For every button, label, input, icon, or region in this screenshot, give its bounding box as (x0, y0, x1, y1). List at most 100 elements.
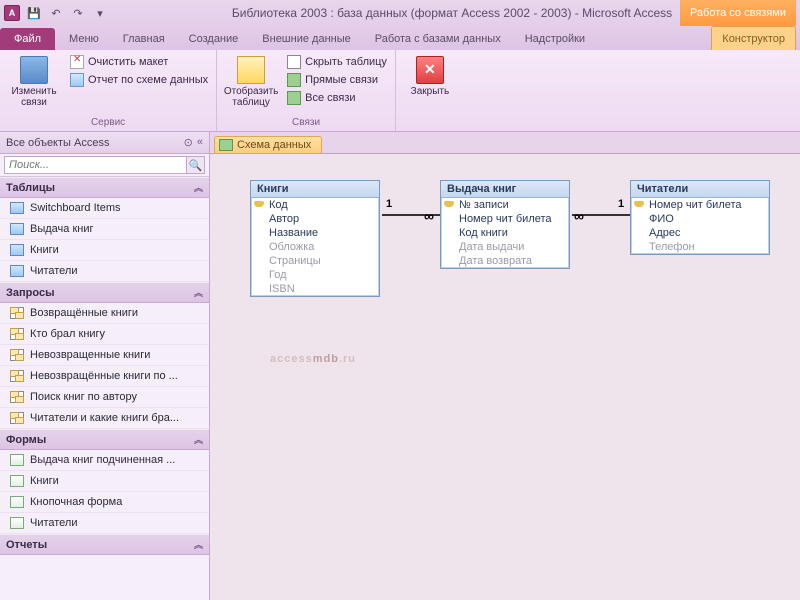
redo-icon[interactable]: ↷ (70, 5, 86, 21)
nav-query-item[interactable]: Читатели и какие книги бра... (0, 408, 209, 429)
rel-field[interactable]: ISBN (251, 282, 379, 296)
search-icon[interactable]: 🔍 (187, 156, 205, 174)
tab-database-tools[interactable]: Работа с базами данных (363, 28, 513, 50)
document-tab-label: Схема данных (237, 139, 311, 151)
nav-table-item[interactable]: Книги (0, 240, 209, 261)
nav-table-item[interactable]: Читатели (0, 261, 209, 282)
tab-design[interactable]: Конструктор (711, 26, 796, 50)
nav-dropdown-icon[interactable]: ⊙ (184, 136, 193, 149)
rel-table-readers[interactable]: Читатели Номер чит билета ФИО Адрес Теле… (630, 180, 770, 255)
nav-section-tables[interactable]: Таблицы︽ (0, 177, 209, 198)
nav-form-item[interactable]: Кнопочная форма (0, 492, 209, 513)
nav-collapse-icon[interactable]: « (197, 136, 203, 149)
show-table-label: Отобразить таблицу (223, 86, 279, 108)
rel-table-issues[interactable]: Выдача книг № записи Номер чит билета Ко… (440, 180, 570, 269)
nav-table-item[interactable]: Switchboard Items (0, 198, 209, 219)
close-icon (416, 56, 444, 84)
rel-field[interactable]: Код книги (441, 226, 569, 240)
relationships-canvas[interactable]: Книги Код Автор Название Обложка Страниц… (210, 154, 800, 600)
edit-relationships-button[interactable]: Изменить связи (6, 52, 62, 108)
ribbon-tabs: Файл Меню Главная Создание Внешние данны… (0, 26, 800, 50)
close-button[interactable]: Закрыть (402, 52, 458, 97)
nav-query-item[interactable]: Возвращённые книги (0, 303, 209, 324)
contextual-tab-group: Работа со связями (680, 0, 796, 26)
nav-item-label: Поиск книг по автору (30, 391, 137, 403)
nav-query-item[interactable]: Невозвращённые книги по ... (0, 366, 209, 387)
rel-field[interactable]: ФИО (631, 212, 769, 226)
nav-form-item[interactable]: Книги (0, 471, 209, 492)
all-relationships-button[interactable]: Все связи (285, 90, 389, 106)
table-icon (10, 244, 24, 256)
nav-form-item[interactable]: Читатели (0, 513, 209, 534)
nav-query-item[interactable]: Кто брал книгу (0, 324, 209, 345)
nav-item-label: Читатели (30, 517, 78, 529)
nav-section-reports[interactable]: Отчеты︽ (0, 534, 209, 555)
nav-section-queries-label: Запросы (6, 287, 54, 299)
nav-query-item[interactable]: Поиск книг по автору (0, 387, 209, 408)
nav-item-label: Switchboard Items (30, 202, 120, 214)
search-input[interactable] (4, 156, 187, 174)
tab-external-data[interactable]: Внешние данные (250, 28, 362, 50)
cardinality-one: 1 (386, 198, 392, 210)
edit-relationships-icon (20, 56, 48, 84)
nav-item-label: Читатели (30, 265, 78, 277)
nav-section-forms[interactable]: Формы︽ (0, 429, 209, 450)
rel-table-header: Выдача книг (441, 181, 569, 198)
ribbon-group-relationships-title: Связи (223, 115, 389, 131)
rel-table-header: Читатели (631, 181, 769, 198)
rel-field[interactable]: Автор (251, 212, 379, 226)
nav-table-item[interactable]: Выдача книг (0, 219, 209, 240)
rel-field[interactable]: Код (251, 198, 379, 212)
relationships-icon (219, 139, 233, 151)
query-icon (10, 328, 24, 340)
tab-addins[interactable]: Надстройки (513, 28, 597, 50)
rel-field[interactable]: Номер чит билета (441, 212, 569, 226)
document-area: Схема данных Книги Код Автор Название Об… (210, 132, 800, 600)
tab-home[interactable]: Главная (111, 28, 177, 50)
query-icon (10, 307, 24, 319)
file-tab[interactable]: Файл (0, 28, 55, 50)
nav-form-item[interactable]: Выдача книг подчиненная ... (0, 450, 209, 471)
chevron-up-icon: ︽ (194, 433, 203, 446)
rel-field[interactable]: Страницы (251, 254, 379, 268)
save-icon[interactable]: 💾 (26, 5, 42, 21)
rel-field[interactable]: Обложка (251, 240, 379, 254)
all-relationships-label: Все связи (305, 92, 355, 104)
document-tab[interactable]: Схема данных (214, 136, 322, 153)
close-label: Закрыть (411, 86, 450, 97)
rel-field[interactable]: Номер чит билета (631, 198, 769, 212)
rel-field[interactable]: Телефон (631, 240, 769, 254)
nav-item-label: Кто брал книгу (30, 328, 105, 340)
ribbon-group-tools: Изменить связи Очистить макет Отчет по с… (0, 50, 217, 131)
rel-field[interactable]: № записи (441, 198, 569, 212)
rel-table-books[interactable]: Книги Код Автор Название Обложка Страниц… (250, 180, 380, 297)
nav-header[interactable]: Все объекты Access ⊙ « (0, 132, 209, 154)
rel-field[interactable]: Название (251, 226, 379, 240)
hide-table-button[interactable]: Скрыть таблицу (285, 54, 389, 70)
table-icon (10, 265, 24, 277)
qat-customize-icon[interactable]: ▾ (92, 5, 108, 21)
navigation-pane: Все объекты Access ⊙ « 🔍 Таблицы︽ Switch… (0, 132, 210, 600)
undo-icon[interactable]: ↶ (48, 5, 64, 21)
nav-section-queries[interactable]: Запросы︽ (0, 282, 209, 303)
ribbon-group-close: Закрыть (396, 50, 464, 131)
rel-field[interactable]: Адрес (631, 226, 769, 240)
cardinality-one: 1 (618, 198, 624, 210)
clear-layout-button[interactable]: Очистить макет (68, 54, 210, 70)
direct-relationships-button[interactable]: Прямые связи (285, 72, 389, 88)
hide-table-label: Скрыть таблицу (305, 56, 387, 68)
nav-section-tables-label: Таблицы (6, 182, 55, 194)
nav-section-reports-label: Отчеты (6, 539, 47, 551)
ribbon: Изменить связи Очистить макет Отчет по с… (0, 50, 800, 132)
rel-field[interactable]: Дата возврата (441, 254, 569, 268)
form-icon (10, 517, 24, 529)
rel-field[interactable]: Год (251, 268, 379, 282)
tab-menu[interactable]: Меню (57, 28, 111, 50)
rel-field[interactable]: Дата выдачи (441, 240, 569, 254)
relationship-report-button[interactable]: Отчет по схеме данных (68, 72, 210, 88)
direct-relationships-label: Прямые связи (305, 74, 378, 86)
ribbon-group-relationships: Отобразить таблицу Скрыть таблицу Прямые… (217, 50, 396, 131)
tab-create[interactable]: Создание (177, 28, 251, 50)
show-table-button[interactable]: Отобразить таблицу (223, 52, 279, 108)
nav-query-item[interactable]: Невозвращенные книги (0, 345, 209, 366)
